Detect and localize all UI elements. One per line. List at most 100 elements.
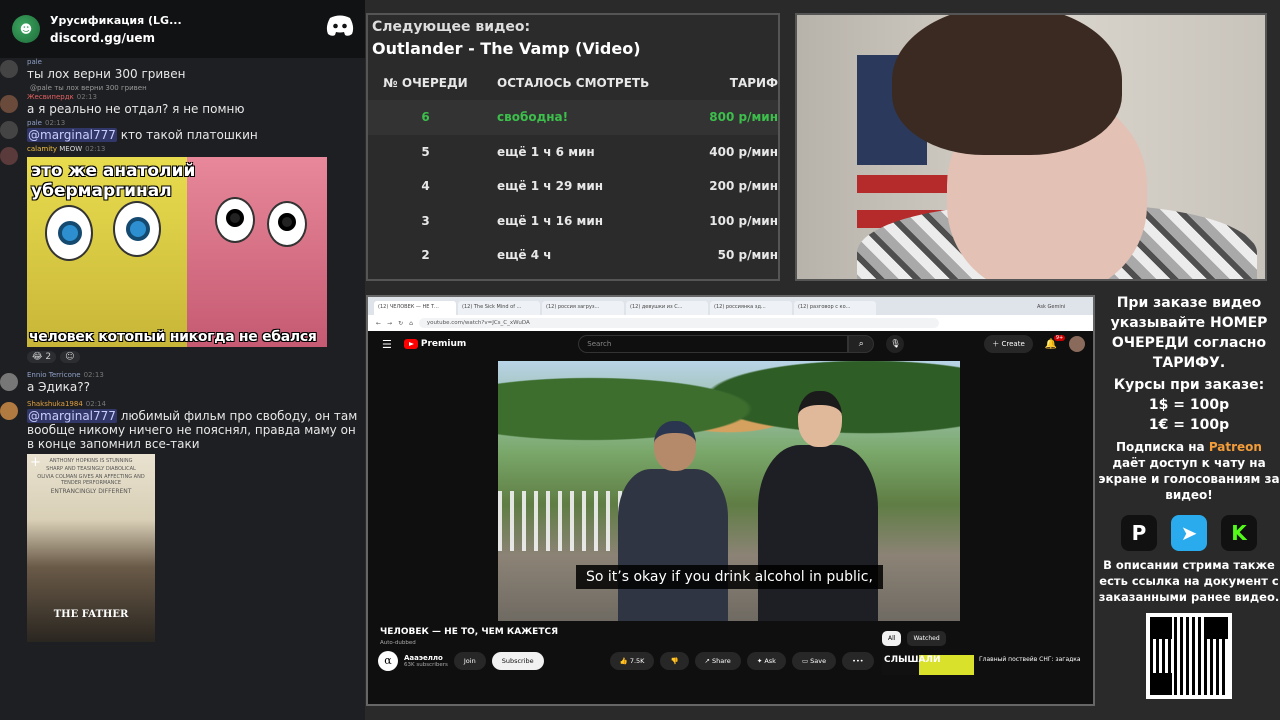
column-header: № ОЧЕРЕДИ <box>383 76 468 90</box>
poster-title: THE FATHER <box>53 609 129 620</box>
telegram-icon[interactable]: ➤ <box>1171 515 1207 551</box>
recommended-title[interactable]: Главный поствейв СНГ: загадка <box>979 655 1081 675</box>
queue-number: 3 <box>421 213 430 228</box>
meme-bottom-text: человек котопый никогда не ебался <box>29 329 317 345</box>
auto-dubbed-label: Auto-dubbed <box>380 640 416 646</box>
join-button[interactable]: Join <box>453 652 486 670</box>
avatar <box>0 95 18 113</box>
kick-icon[interactable]: K <box>1221 515 1257 551</box>
price: 200 р/мин <box>709 179 778 194</box>
webcam-feed <box>795 13 1267 281</box>
save-button[interactable]: ▭ Save <box>791 652 837 670</box>
table-row: 5 ещё 1 ч 6 мин 400 р/мин <box>368 135 778 170</box>
more-icon[interactable]: ••• <box>842 652 874 670</box>
url-input[interactable]: youtube.com/watch?v=JCs_C_xWuDA <box>418 318 939 328</box>
poster-line: ANTHONY HOPKINS IS STUNNING <box>49 458 133 464</box>
video-actions: α Аааэелло 63K subscribers Join Subscrib… <box>378 651 898 671</box>
message-text: кто такой платошкин <box>120 128 258 142</box>
browser-tab[interactable]: (12) девушки из С... <box>626 301 708 315</box>
recommendation-filters: All Watched <box>882 631 946 646</box>
patreon-link[interactable]: Patreon <box>1209 440 1262 454</box>
author: pale <box>27 58 42 66</box>
browser-window: (12) ЧЕЛОВЕК — НЕ Т... (12) The Sick Min… <box>366 295 1095 706</box>
meme-image[interactable]: это же анатолий убермаргинал человек кот… <box>27 157 327 347</box>
channel-name[interactable]: Аааэелло <box>404 654 448 662</box>
next-video-label: Следующее видео: <box>372 19 531 35</box>
like-button[interactable]: 👍 7.5K <box>609 652 655 670</box>
social-icons: P ➤ K <box>1098 515 1280 551</box>
video-thumbnail[interactable]: СЛЫШАЛИ <box>882 655 974 675</box>
movie-poster-image[interactable]: + ANTHONY HOPKINS IS STUNNING SHARP AND … <box>27 454 155 642</box>
avatar <box>0 121 18 139</box>
table-header: № ОЧЕРЕДИ ОСТАЛОСЬ СМОТРЕТЬ ТАРИФ <box>368 58 778 100</box>
table-row: 4 ещё 1 ч 29 мин 200 р/мин <box>368 169 778 204</box>
table-row: 6 свободна! 800 р/мин <box>368 100 778 135</box>
message-text: а Эдика?? <box>27 380 90 394</box>
patreon-icon[interactable]: P <box>1121 515 1157 551</box>
reactions: 😂 2 ☺ <box>27 351 359 363</box>
reaction[interactable]: ☺ <box>60 351 80 363</box>
queue-number: 5 <box>421 144 430 159</box>
reply-preview: @pale ты лох верни 300 гривен <box>30 84 147 92</box>
chat-message: calamity MEOW 02:13 <box>0 145 359 165</box>
search-icon[interactable]: ⌕ <box>848 335 875 353</box>
channel-avatar[interactable]: α <box>378 651 398 671</box>
recommended-video[interactable]: СЛЫШАЛИ Главный поствейв СНГ: загадка <box>882 655 1081 675</box>
price: 400 р/мин <box>709 144 778 159</box>
microphone-icon[interactable]: 🎙 <box>886 335 905 353</box>
reload-icon[interactable]: ↻ <box>398 320 403 327</box>
dislike-icon[interactable]: 👎 <box>660 652 689 670</box>
server-icon: ☻ <box>12 15 40 43</box>
subscription-info: Подписка на Patreon даёт доступ к чату н… <box>1098 440 1280 502</box>
avatar[interactable] <box>1069 336 1086 352</box>
ask-button[interactable]: ✦ Ask <box>746 652 786 670</box>
queue-number: 2 <box>421 248 430 263</box>
price: 50 р/мин <box>717 248 778 263</box>
youtube-logo[interactable]: Premium <box>403 339 466 349</box>
search-input[interactable]: Search <box>578 335 849 353</box>
author: Жесвипердк <box>27 93 74 101</box>
browser-tab[interactable]: (12) разговор с ко... <box>794 301 876 315</box>
back-icon[interactable]: ← <box>376 320 381 327</box>
filter-watched[interactable]: Watched <box>907 631 946 646</box>
home-icon[interactable]: ⌂ <box>409 320 413 327</box>
qr-code-icon[interactable] <box>1146 613 1232 699</box>
share-button[interactable]: ↗ Share <box>694 652 741 670</box>
table-row: 2 ещё 4 ч 50 р/мин <box>368 238 778 273</box>
chat-message: Shakshuka1984 02:14 @marginal777 любимый … <box>0 400 359 451</box>
chat-header: ☻ Урусификация (LG... discord.gg/uem <box>0 0 365 58</box>
reaction[interactable]: 😂 2 <box>27 351 57 363</box>
subscribe-button[interactable]: Subscribe <box>491 652 544 670</box>
discord-icon <box>326 15 354 36</box>
remaining-time: свободна! <box>497 110 569 125</box>
ask-gemini-button[interactable]: Ask Gemini <box>1033 301 1093 315</box>
server-link[interactable]: discord.gg/uem <box>50 31 182 45</box>
browser-tab[interactable]: (12) россиянка зд... <box>710 301 792 315</box>
notifications-icon[interactable]: 🔔 9+ <box>1045 334 1066 350</box>
forward-icon[interactable]: → <box>387 320 392 327</box>
filter-all[interactable]: All <box>882 631 902 646</box>
video-player[interactable]: So it’s okay if you drink alcohol in pub… <box>498 361 960 621</box>
menu-icon[interactable]: ☰ <box>382 338 392 351</box>
subscriber-count: 63K subscribers <box>404 662 448 668</box>
author: Shakshuka1984 <box>27 400 83 408</box>
user-mention[interactable]: @marginal777 <box>27 128 117 142</box>
stream-layout: ☻ Урусификация (LG... discord.gg/uem pal… <box>0 0 1280 720</box>
courses-label: Курсы при заказе: <box>1113 377 1265 393</box>
remaining-time: ещё 4 ч <box>497 248 552 263</box>
video-subtitle: So it’s okay if you drink alcohol in pub… <box>576 565 883 589</box>
info-panel: При заказе видео указывайте НОМЕР ОЧЕРЕД… <box>1098 291 1280 720</box>
browser-tab[interactable]: (12) россия загруз... <box>542 301 624 315</box>
message-text: ты лох верни 300 гривен <box>27 67 186 81</box>
user-mention[interactable]: @marginal777 <box>27 409 117 423</box>
discord-chat: ☻ Урусификация (LG... discord.gg/uem pal… <box>0 0 365 720</box>
poster-line: OLIVIA COLMAN GIVES AN AFFECTING AND TEN… <box>37 474 145 486</box>
queue-number: 6 <box>421 110 430 125</box>
browser-tab[interactable]: (12) ЧЕЛОВЕК — НЕ Т... <box>374 301 456 315</box>
next-video-title: Outlander - The Vamp (Video) <box>372 39 641 58</box>
description-info: В описании стрима также есть ссылка на д… <box>1098 558 1280 604</box>
youtube-header: ☰ Premium Search ⌕ 🎙 ＋ Create 🔔 9+ <box>368 331 1093 357</box>
browser-tab[interactable]: (12) The Sick Mind of ... <box>458 301 540 315</box>
meme-top-text: это же анатолий убермаргинал <box>31 161 196 201</box>
create-button[interactable]: ＋ Create <box>984 335 1033 353</box>
